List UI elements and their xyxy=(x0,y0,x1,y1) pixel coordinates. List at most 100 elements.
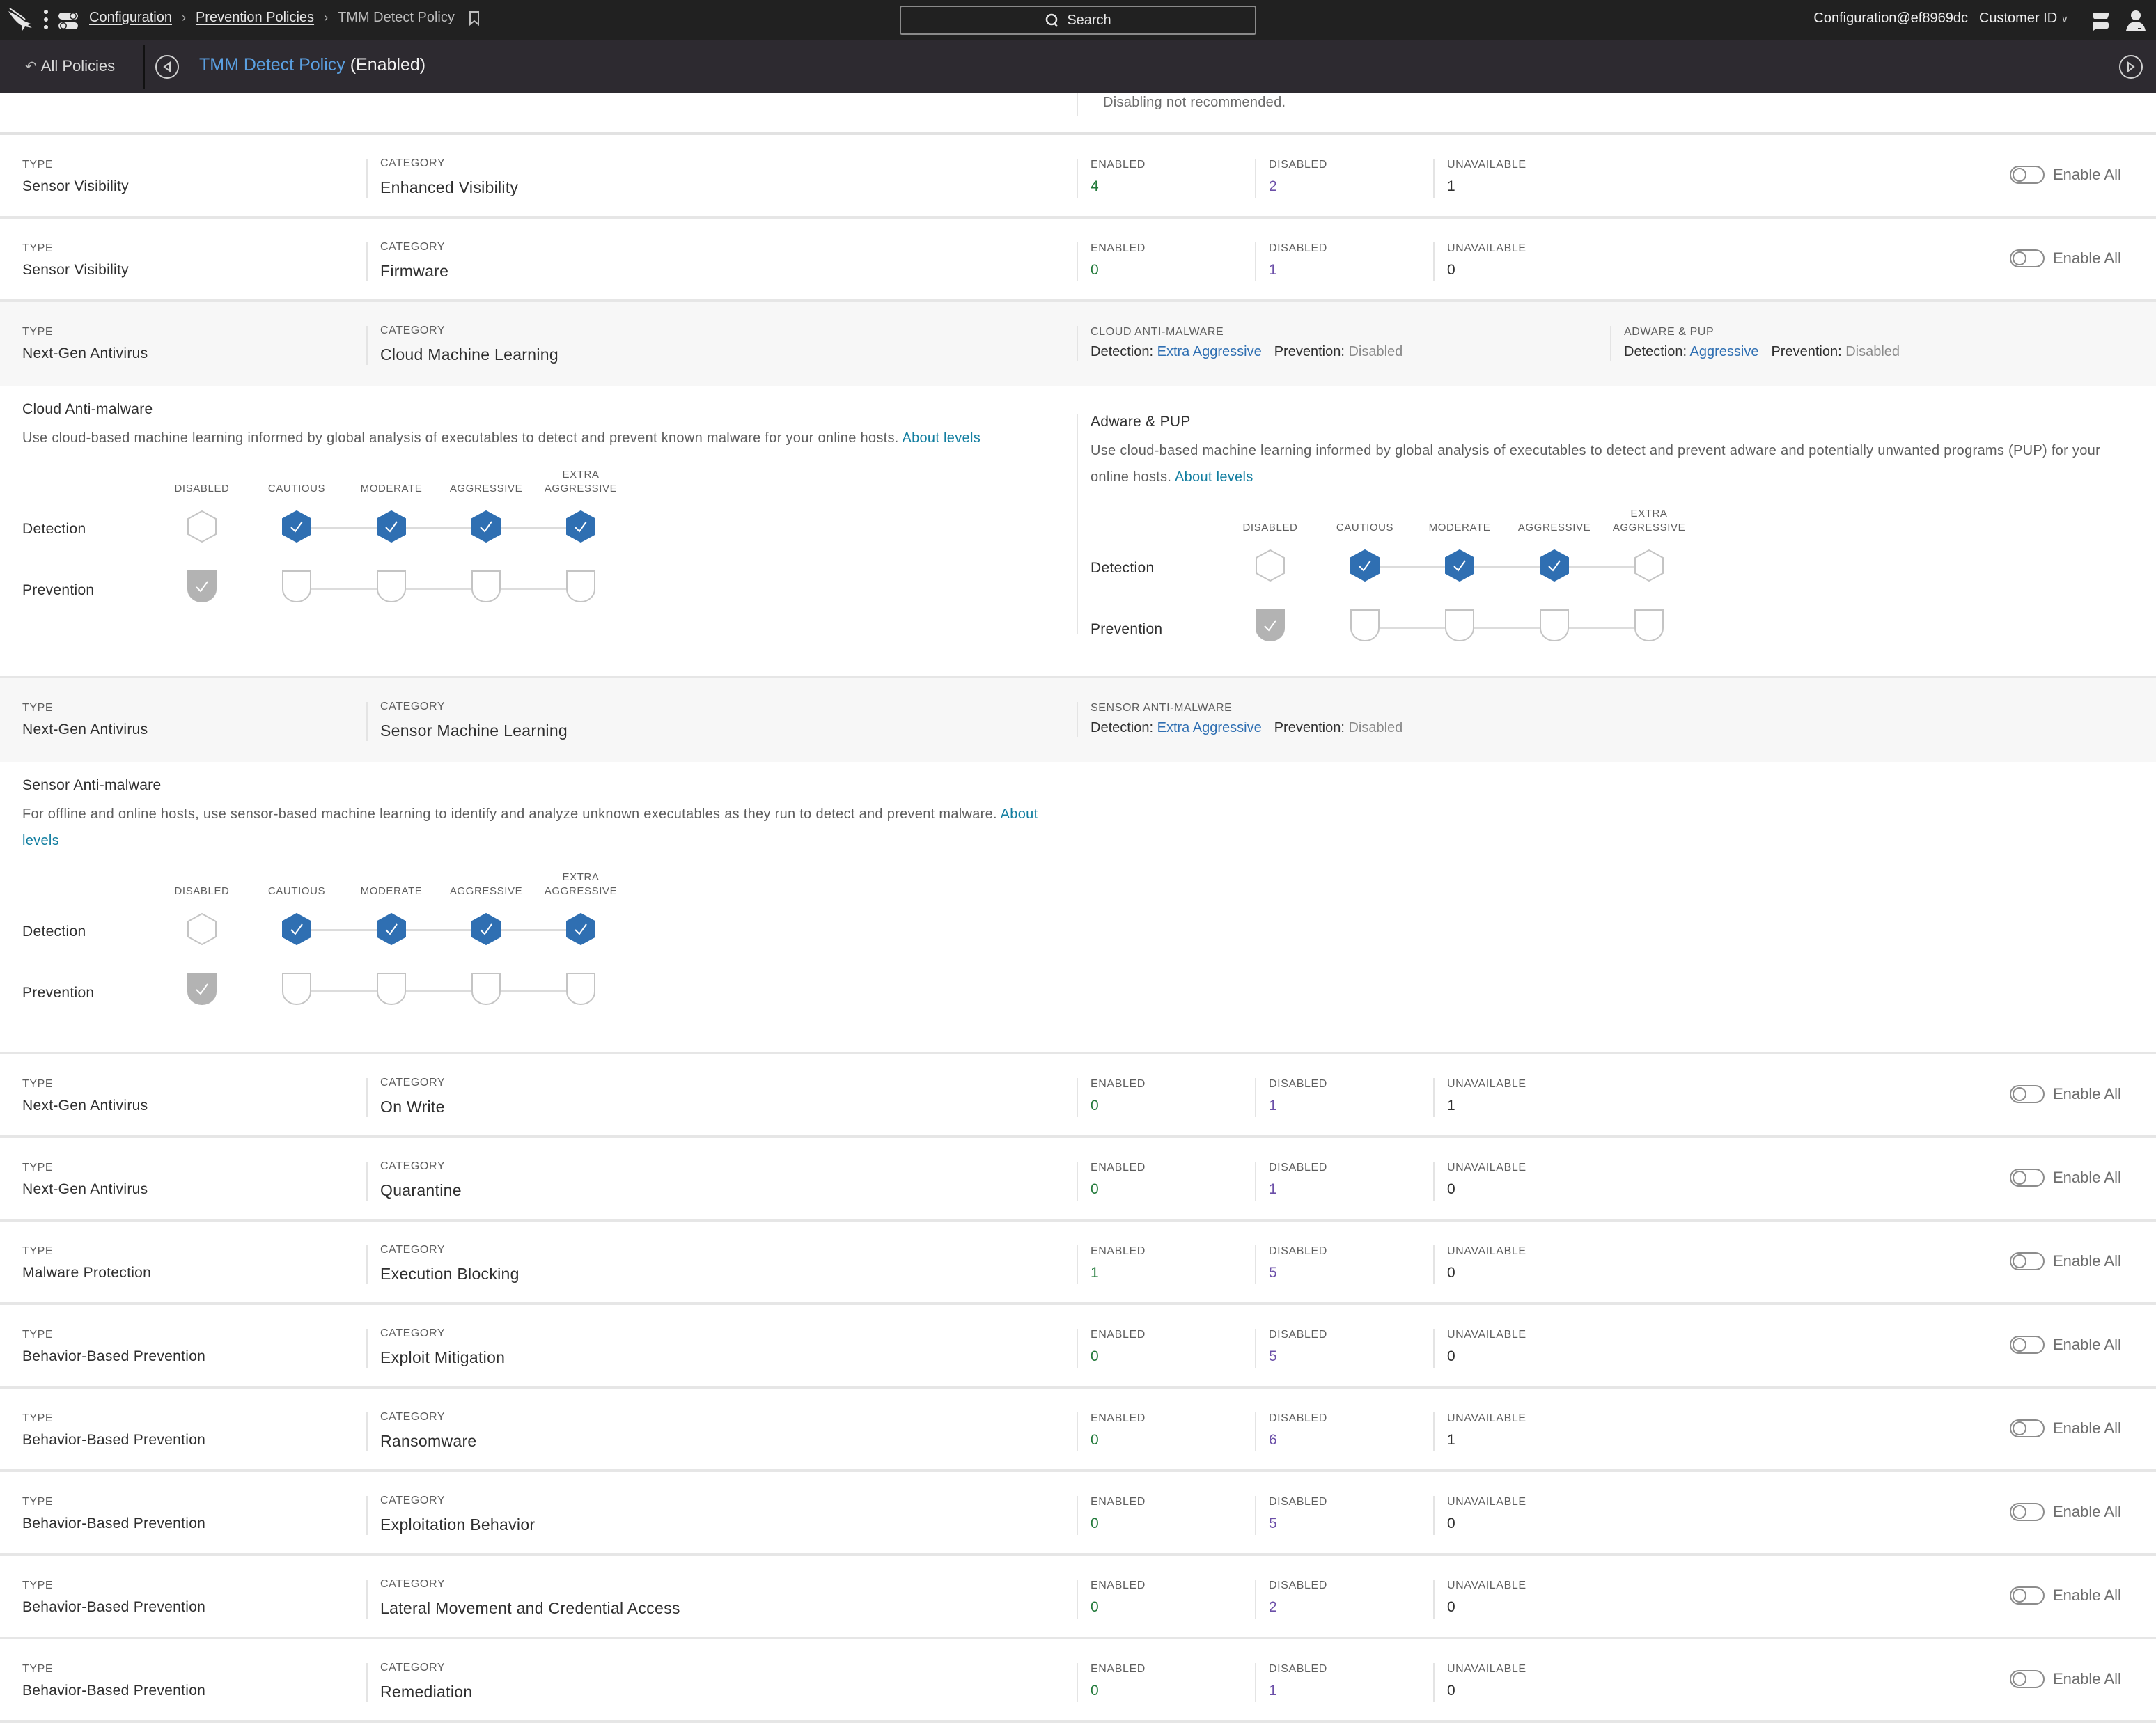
enable-all-toggle[interactable]: Enable All xyxy=(2010,1336,2121,1354)
category-row-cloud-machine-learning[interactable]: TYPE Next-Gen Antivirus CATEGORY Cloud M… xyxy=(0,302,2156,386)
enable-all-toggle[interactable]: Enable All xyxy=(2010,1586,2121,1605)
detection-level-cautious-hexagon-icon[interactable] xyxy=(281,912,312,946)
toggle-switch[interactable] xyxy=(2010,1586,2045,1605)
prevention-level-moderate-shield-icon[interactable] xyxy=(376,972,407,1006)
toggle-switch[interactable] xyxy=(2010,1085,2045,1103)
enable-all-toggle[interactable]: Enable All xyxy=(2010,1503,2121,1521)
prevention-level-disabled-shield-icon[interactable] xyxy=(187,972,217,1006)
toggle-switch[interactable] xyxy=(2010,1419,2045,1437)
disabled-count: 2 xyxy=(1269,178,1277,194)
bookmark-icon[interactable] xyxy=(469,10,480,26)
category-value: Lateral Movement and Credential Access xyxy=(380,1599,680,1617)
prevention-prefix: Prevention: xyxy=(1274,344,1345,359)
next-policy-button[interactable] xyxy=(2119,55,2143,79)
previous-policy-button[interactable] xyxy=(155,55,179,79)
prevention-level-cautious-shield-icon[interactable] xyxy=(281,570,312,603)
category-row-firmware[interactable]: TYPE Sensor Visibility CATEGORY Firmware… xyxy=(0,219,2156,302)
global-search-button[interactable]: Search xyxy=(900,6,1256,35)
all-policies-back-link[interactable]: ↶ All Policies xyxy=(25,57,115,75)
disabled-label: DISABLED xyxy=(1269,1412,1327,1424)
disabled-label: DISABLED xyxy=(1269,1162,1327,1174)
detection-level-extra-aggressive-hexagon-icon[interactable] xyxy=(565,510,596,543)
prevention-level-aggressive-shield-icon[interactable] xyxy=(1539,609,1570,642)
enable-all-toggle[interactable]: Enable All xyxy=(2010,1252,2121,1270)
about-levels-link[interactable]: About levels xyxy=(902,430,981,446)
enable-all-toggle[interactable]: Enable All xyxy=(2010,249,2121,267)
breadcrumb-prevention-policies[interactable]: Prevention Policies xyxy=(196,10,314,26)
enable-all-toggle[interactable]: Enable All xyxy=(2010,1169,2121,1187)
category-row-exploitation-behavior[interactable]: TYPE Behavior-Based Prevention CATEGORY … xyxy=(0,1472,2156,1556)
detection-level-disabled-hexagon-icon[interactable] xyxy=(187,912,217,946)
detection-level-aggressive-hexagon-icon[interactable] xyxy=(471,510,501,543)
toggle-switch[interactable] xyxy=(2010,1670,2045,1688)
detection-level-extra-aggressive-hexagon-icon[interactable] xyxy=(565,912,596,946)
unavailable-count: 1 xyxy=(1447,1098,1455,1114)
category-value: Exploitation Behavior xyxy=(380,1515,536,1534)
detection-level-cautious-hexagon-icon[interactable] xyxy=(1350,549,1380,582)
detection-level-aggressive-hexagon-icon[interactable] xyxy=(471,912,501,946)
detection-level-moderate-hexagon-icon[interactable] xyxy=(376,912,407,946)
detection-level-aggressive-hexagon-icon[interactable] xyxy=(1539,549,1570,582)
messages-icon[interactable] xyxy=(2092,11,2110,31)
toggle-switch[interactable] xyxy=(2010,166,2045,184)
category-row-execution-blocking[interactable]: TYPE Malware Protection CATEGORY Executi… xyxy=(0,1222,2156,1305)
prevention-level-moderate-shield-icon[interactable] xyxy=(1444,609,1475,642)
account-name[interactable]: Configuration@ef8969dc xyxy=(1813,10,1968,26)
modules-toggle-icon[interactable] xyxy=(58,11,78,31)
policy-name: TMM Detect Policy xyxy=(199,55,345,75)
prevention-level-extra-aggressive-shield-icon[interactable] xyxy=(565,570,596,603)
more-menu-icon[interactable] xyxy=(43,8,49,32)
detection-level-cautious-hexagon-icon[interactable] xyxy=(281,510,312,543)
prevention-level-disabled-shield-icon[interactable] xyxy=(187,570,217,603)
enabled-label: ENABLED xyxy=(1091,1245,1146,1257)
prevention-level-extra-aggressive-shield-icon[interactable] xyxy=(1634,609,1664,642)
unavailable-count-cell: UNAVAILABLE 1 xyxy=(1433,1412,1526,1451)
category-cell: CATEGORY Quarantine xyxy=(366,1160,462,1201)
unavailable-label: UNAVAILABLE xyxy=(1447,242,1526,254)
category-row-ransomware[interactable]: TYPE Behavior-Based Prevention CATEGORY … xyxy=(0,1389,2156,1472)
category-row-remediation[interactable]: TYPE Behavior-Based Prevention CATEGORY … xyxy=(0,1639,2156,1723)
prevention-level-cautious-shield-icon[interactable] xyxy=(1350,609,1380,642)
category-row-sensor-machine-learning[interactable]: TYPE Next-Gen Antivirus CATEGORY Sensor … xyxy=(0,678,2156,762)
disabled-count: 5 xyxy=(1269,1348,1277,1364)
enable-all-toggle[interactable]: Enable All xyxy=(2010,166,2121,184)
falcon-logo-icon[interactable] xyxy=(7,7,35,33)
toggle-switch[interactable] xyxy=(2010,1169,2045,1187)
breadcrumb-configuration[interactable]: Configuration xyxy=(89,10,172,26)
enable-all-label: Enable All xyxy=(2053,1336,2121,1353)
toggle-switch[interactable] xyxy=(2010,249,2045,267)
prevention-level-disabled-shield-icon[interactable] xyxy=(1255,609,1286,642)
disabled-count-cell: DISABLED 2 xyxy=(1255,159,1327,198)
enable-all-toggle[interactable]: Enable All xyxy=(2010,1085,2121,1103)
toggle-switch[interactable] xyxy=(2010,1252,2045,1270)
disabled-count: 1 xyxy=(1269,1181,1277,1197)
enable-all-toggle[interactable]: Enable All xyxy=(2010,1670,2121,1688)
unavailable-count-cell: UNAVAILABLE 1 xyxy=(1433,159,1526,198)
detection-level-extra-aggressive-hexagon-icon[interactable] xyxy=(1634,549,1664,582)
category-row-enhanced-visibility[interactable]: TYPE Sensor Visibility CATEGORY Enhanced… xyxy=(0,135,2156,219)
toggle-switch[interactable] xyxy=(2010,1503,2045,1521)
prevention-level-aggressive-shield-icon[interactable] xyxy=(471,972,501,1006)
user-profile-icon[interactable] xyxy=(2125,10,2146,32)
detection-level-disabled-hexagon-icon[interactable] xyxy=(1255,549,1286,582)
category-row-lateral-movement-and-credential-access[interactable]: TYPE Behavior-Based Prevention CATEGORY … xyxy=(0,1556,2156,1639)
type-cell: TYPE Behavior-Based Prevention xyxy=(22,1412,205,1449)
category-label: CATEGORY xyxy=(380,1578,446,1590)
customer-id-dropdown[interactable]: Customer ID ∨ xyxy=(1979,10,2068,26)
detection-level-disabled-hexagon-icon[interactable] xyxy=(187,510,217,543)
detection-level-moderate-hexagon-icon[interactable] xyxy=(1444,549,1475,582)
category-row-exploit-mitigation[interactable]: TYPE Behavior-Based Prevention CATEGORY … xyxy=(0,1305,2156,1389)
about-levels-link[interactable]: About levels xyxy=(1175,469,1253,485)
category-row-on-write[interactable]: TYPE Next-Gen Antivirus CATEGORY On Writ… xyxy=(0,1054,2156,1138)
prevention-level-extra-aggressive-shield-icon[interactable] xyxy=(565,972,596,1006)
enable-all-toggle[interactable]: Enable All xyxy=(2010,1419,2121,1437)
prevention-level-cautious-shield-icon[interactable] xyxy=(281,972,312,1006)
previous-row-tail: Disabling not recommended. xyxy=(0,93,2156,135)
level-header-moderate: MODERATE xyxy=(1428,522,1491,533)
category-row-quarantine[interactable]: TYPE Next-Gen Antivirus CATEGORY Quarant… xyxy=(0,1138,2156,1222)
detection-level-moderate-hexagon-icon[interactable] xyxy=(376,510,407,543)
toggle-switch[interactable] xyxy=(2010,1336,2045,1354)
prevention-level-moderate-shield-icon[interactable] xyxy=(376,570,407,603)
prevention-level-aggressive-shield-icon[interactable] xyxy=(471,570,501,603)
type-value: Next-Gen Antivirus xyxy=(22,1181,148,1197)
